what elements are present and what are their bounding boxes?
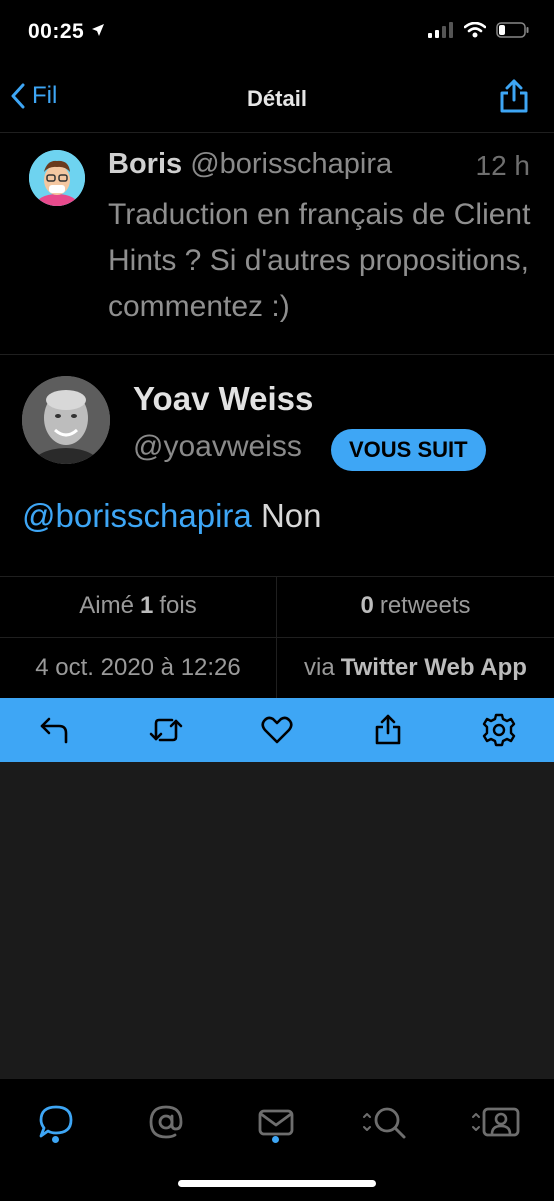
- heart-icon: [261, 716, 293, 744]
- date-text: 4 oct. 2020 à 12:26: [35, 654, 241, 681]
- divider: [276, 576, 277, 698]
- page-title: Détail: [247, 86, 307, 111]
- avatar[interactable]: [22, 376, 110, 464]
- tweet-action-bar: [0, 698, 554, 762]
- reply-icon: [41, 717, 68, 744]
- via-app: Twitter Web App: [340, 654, 527, 681]
- profile-icon: [472, 1107, 520, 1137]
- parent-tweet-header: Boris @borisschapira: [108, 148, 392, 181]
- tweet-source: via Twitter Web App: [277, 638, 554, 698]
- avatar-photo: [22, 376, 110, 464]
- author-name[interactable]: Boris: [108, 148, 182, 180]
- like-button[interactable]: [252, 705, 302, 755]
- unread-indicator: [272, 1136, 279, 1143]
- likes-count: 1: [139, 592, 154, 619]
- signal-icon: [428, 22, 453, 38]
- status-time-text: 00:25: [28, 20, 85, 43]
- gear-icon: [482, 713, 515, 747]
- active-indicator: [52, 1136, 59, 1143]
- share-button[interactable]: [363, 705, 413, 755]
- tab-timeline[interactable]: [26, 1092, 86, 1152]
- via-prefix: via: [304, 654, 335, 681]
- likes-stat[interactable]: Aimé 1 fois: [0, 576, 276, 636]
- tweet-body: Non: [260, 497, 322, 534]
- tab-messages[interactable]: [246, 1092, 306, 1152]
- tweet-text: @borisschapira Non: [22, 497, 321, 535]
- avatar-illustration: [29, 150, 85, 206]
- empty-content-area: [0, 762, 554, 1078]
- author-name[interactable]: Yoav Weiss: [133, 380, 313, 418]
- settings-button[interactable]: [474, 705, 524, 755]
- tab-mentions[interactable]: [136, 1092, 196, 1152]
- reply-button[interactable]: [30, 705, 80, 755]
- at-sign-icon: [149, 1105, 183, 1139]
- tweet-stats: Aimé 1 fois 0 retweets 4 oct. 2020 à 12:…: [0, 576, 554, 698]
- battery-icon: [496, 22, 529, 38]
- location-icon: [91, 24, 104, 36]
- tweet-text: Traduction en français de Client Hints ?…: [108, 198, 531, 323]
- status-indicators: [428, 22, 530, 38]
- search-icon: [363, 1107, 406, 1139]
- share-icon: [375, 714, 401, 745]
- status-time: 00:25: [28, 20, 105, 44]
- author-handle[interactable]: @borisschapira: [190, 148, 392, 180]
- share-button[interactable]: [498, 78, 530, 119]
- share-icon: [500, 79, 528, 113]
- tab-search[interactable]: [356, 1092, 416, 1152]
- retweets-stat[interactable]: 0 retweets: [277, 576, 554, 636]
- home-indicator[interactable]: [178, 1180, 376, 1187]
- avatar[interactable]: [29, 150, 85, 206]
- tweet-date: 4 oct. 2020 à 12:26: [0, 638, 276, 698]
- retweets-count: 0: [360, 592, 374, 619]
- mention-link[interactable]: @borisschapira: [22, 497, 252, 534]
- retweet-icon: [149, 718, 183, 742]
- likes-suffix: fois: [159, 592, 197, 619]
- tab-profile[interactable]: [466, 1092, 526, 1152]
- retweets-label: retweets: [379, 592, 471, 619]
- author-handle[interactable]: @yoavweiss: [133, 430, 302, 464]
- follows-you-badge: VOUS SUIT: [331, 429, 486, 471]
- tweet-time: 12 h: [475, 150, 531, 181]
- likes-prefix: Aimé: [79, 592, 134, 619]
- wifi-icon: [464, 22, 486, 38]
- retweet-button[interactable]: [141, 705, 191, 755]
